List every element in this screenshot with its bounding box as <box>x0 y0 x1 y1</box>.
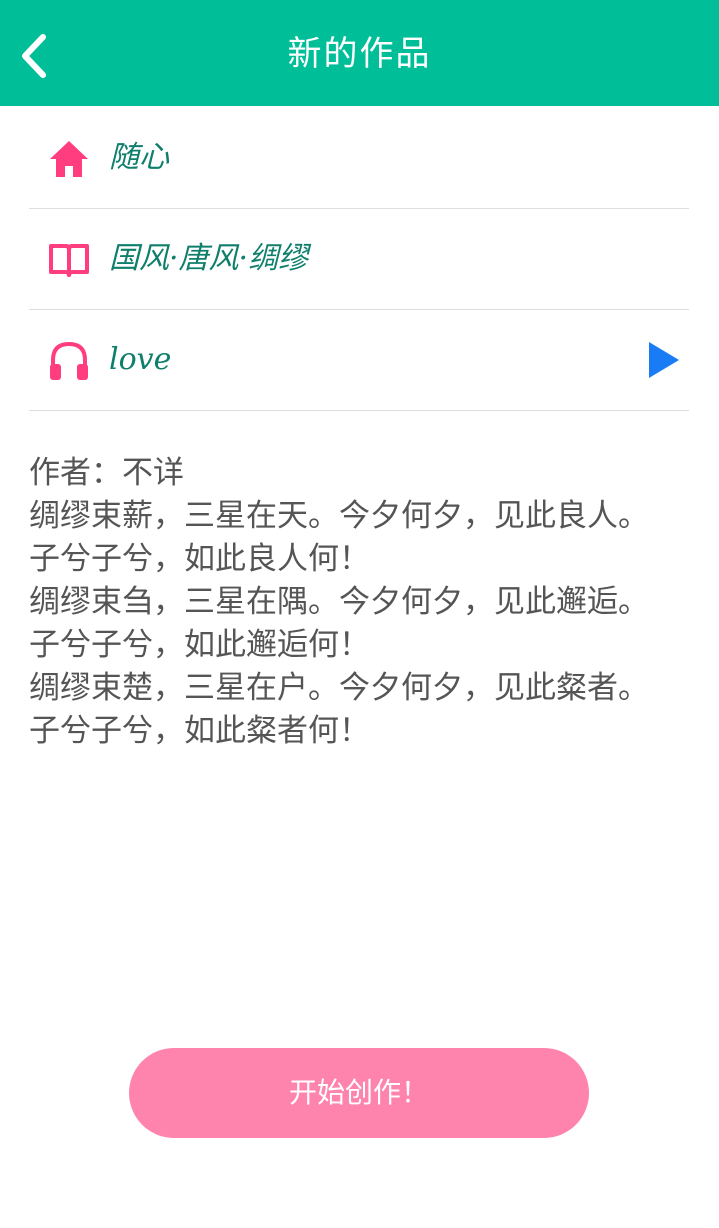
list-item-music[interactable]: love <box>29 310 689 411</box>
poem-line: 绸缪束刍，三星在隅。今夕何夕，见此邂逅。 <box>29 584 649 620</box>
book-icon <box>47 238 91 282</box>
headphones-icon <box>47 339 91 383</box>
page-title: 新的作品 <box>287 34 432 74</box>
play-button[interactable] <box>645 340 681 380</box>
poem-content: 作者：不详 绸缪束薪，三星在天。今夕何夕，见此良人。 子兮子兮，如此良人何！ 绸… <box>29 452 699 753</box>
poem-line: 子兮子兮，如此粲者何！ <box>29 713 370 749</box>
list-item-label: 国风·唐风·绸缪 <box>109 241 309 276</box>
list-item-style[interactable]: 国风·唐风·绸缪 <box>29 209 689 310</box>
poem-line: 绸缪束楚，三星在户。今夕何夕，见此粲者。 <box>29 670 649 706</box>
home-icon <box>47 137 91 181</box>
list-item-label: love <box>109 342 172 377</box>
play-icon <box>649 342 679 378</box>
list-item-mood[interactable]: 随心 <box>29 108 689 209</box>
poem-line: 子兮子兮，如此邂逅何！ <box>29 627 370 663</box>
poem-line: 绸缪束薪，三星在天。今夕何夕，见此良人。 <box>29 498 649 534</box>
list-item-label: 随心 <box>109 140 169 175</box>
header-bar: 新的作品 <box>0 0 719 106</box>
poem-line: 子兮子兮，如此良人何！ <box>29 541 370 577</box>
author-line: 作者：不详 <box>29 455 184 491</box>
start-creating-button[interactable]: 开始创作！ <box>129 1048 589 1138</box>
